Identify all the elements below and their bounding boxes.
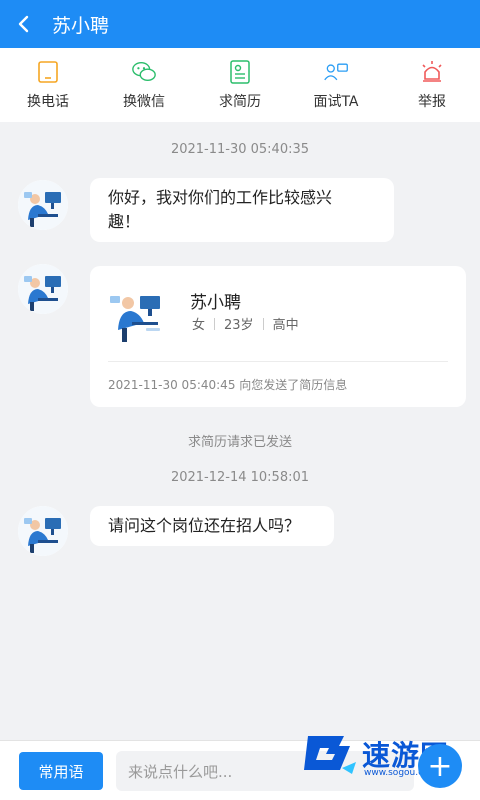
timestamp: 2021-11-30 05:40:35 (170, 142, 310, 157)
chevron-left-icon (18, 15, 29, 33)
avatar[interactable] (18, 264, 68, 314)
system-note: 求简历请求已发送 (187, 435, 292, 450)
resume-name: 苏小聘 (190, 293, 241, 313)
request-resume-button[interactable]: 求简历 (192, 48, 288, 122)
wechat-icon (131, 59, 157, 85)
person-at-desk-icon (18, 180, 68, 230)
resume-gender: 女 (192, 318, 206, 333)
exchange-wechat-label: 换微信 (123, 94, 165, 110)
plus-button[interactable]: + (418, 744, 462, 788)
interview-button[interactable]: 面试TA (288, 48, 384, 122)
exchange-phone-button[interactable]: 换电话 (0, 48, 96, 122)
top-bar: 苏小聘 (0, 0, 480, 48)
request-resume-label: 求简历 (219, 94, 261, 110)
resume-avatar (106, 288, 168, 344)
phone-icon (35, 59, 61, 85)
action-toolbar: 换电话 换微信 求简历 面试TA 举报 (0, 48, 480, 122)
divider (108, 361, 448, 362)
person-at-desk-icon (18, 506, 68, 556)
message-text-line1: 你好，我对你们的工作比较感兴 (108, 188, 333, 207)
watermark-emblem-icon (304, 736, 356, 774)
divider (262, 317, 264, 330)
exchange-phone-label: 换电话 (27, 94, 69, 110)
resume-education: 高中 (272, 318, 299, 333)
message-bubble: 请问这个岗位还在招人吗？ (90, 506, 334, 546)
timestamp: 2021-12-14 10:58:01 (170, 470, 310, 485)
divider (214, 317, 216, 330)
resume-icon (227, 59, 253, 85)
exchange-wechat-button[interactable]: 换微信 (96, 48, 192, 122)
avatar[interactable] (18, 180, 68, 230)
person-at-desk-icon (110, 296, 160, 342)
interview-icon (323, 59, 349, 85)
resume-card[interactable]: 苏小聘 女 23岁 高中 2021-11-30 05:40:45 向您发送了简历… (90, 266, 466, 407)
page-title: 苏小聘 (52, 14, 110, 37)
common-phrases-button[interactable]: 常用语 (19, 752, 103, 790)
resume-age: 23岁 (224, 318, 254, 333)
alarm-icon (419, 59, 445, 85)
person-at-desk-icon (18, 264, 68, 314)
message-text-line2: 趣！ (108, 212, 141, 231)
interview-label: 面试TA (313, 94, 359, 110)
resume-meta: 女 23岁 高中 (192, 314, 299, 333)
message-text: 请问这个岗位还在招人吗？ (108, 516, 301, 535)
resume-sent-note: 2021-11-30 05:40:45 向您发送了简历信息 (108, 378, 348, 392)
back-button[interactable] (0, 0, 48, 48)
message-bubble: 你好，我对你们的工作比较感兴 趣！ (90, 178, 394, 242)
report-label: 举报 (418, 94, 446, 110)
avatar[interactable] (18, 506, 68, 556)
report-button[interactable]: 举报 (384, 48, 480, 122)
